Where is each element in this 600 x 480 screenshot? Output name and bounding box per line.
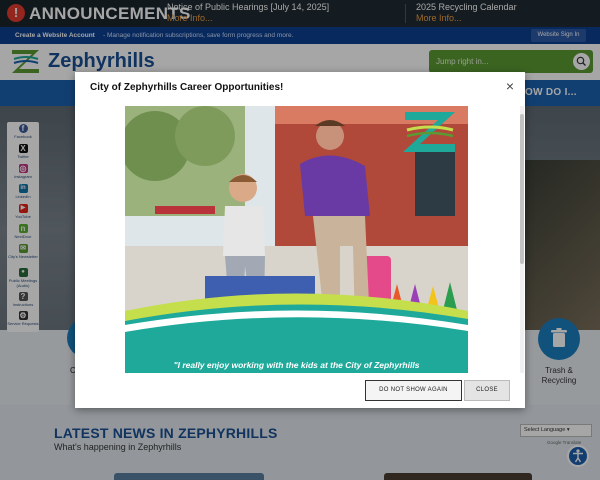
modal-title: City of Zephyrhills Career Opportunities… xyxy=(90,82,284,93)
career-promo-image: "I really enjoy working with the kids at… xyxy=(125,106,468,373)
modal-scrollbar[interactable] xyxy=(520,106,524,373)
promo-caption: "I really enjoy working with the kids at… xyxy=(173,360,420,370)
do-not-show-again-button[interactable]: DO NOT SHOW AGAIN xyxy=(365,380,462,401)
modal-content: "I really enjoy working with the kids at… xyxy=(125,106,518,373)
career-modal: City of Zephyrhills Career Opportunities… xyxy=(75,72,525,408)
promo-photo xyxy=(125,106,468,373)
scrollbar-thumb[interactable] xyxy=(520,114,524,264)
close-button[interactable]: CLOSE xyxy=(464,380,510,401)
close-icon[interactable]: × xyxy=(503,79,517,93)
